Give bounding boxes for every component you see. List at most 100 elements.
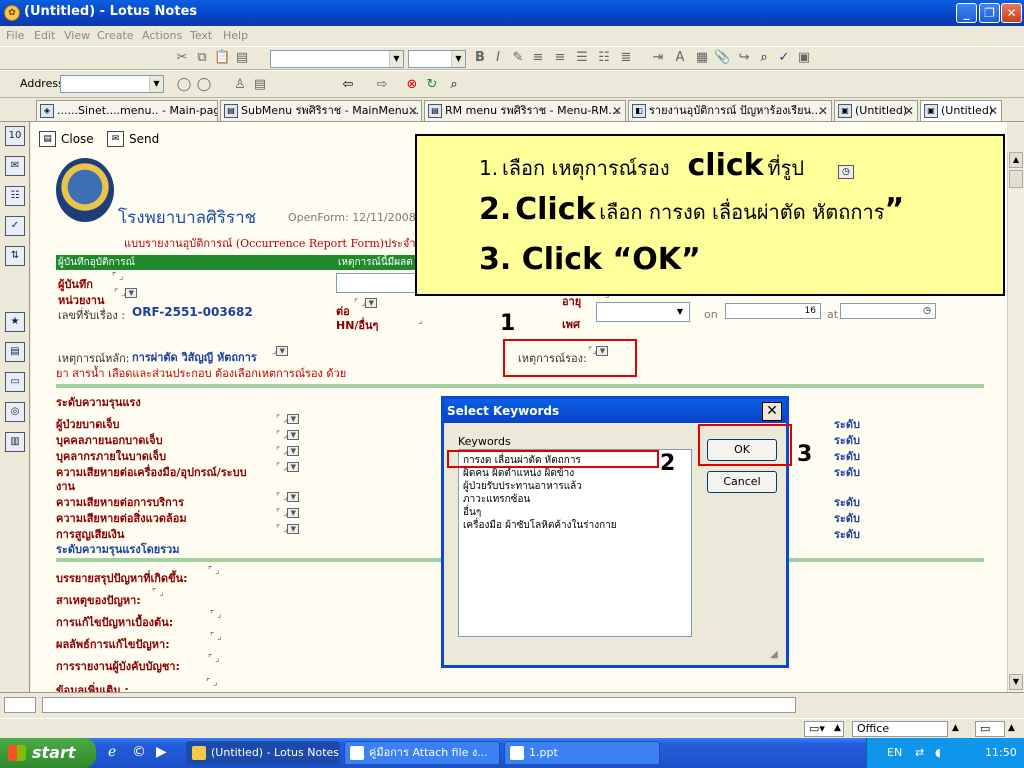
- resize-grip-icon[interactable]: ◢: [770, 649, 778, 660]
- table-icon[interactable]: ▦: [694, 50, 710, 66]
- result-field[interactable]: ⌜ ⌟: [210, 632, 240, 644]
- forward-icon[interactable]: ⇨: [374, 77, 390, 93]
- clock-icon[interactable]: ◷: [923, 306, 931, 316]
- severity-field[interactable]: ⌜ ⌟ ▼: [276, 430, 306, 442]
- tab-rm-menu[interactable]: ▤ RM menu รพศิริราช - Menu-RM... ✕: [424, 100, 626, 121]
- tab-incident-report[interactable]: ◧ รายงานอุบัติการณ์ ปัญหาร้องเรียน... ✕: [628, 100, 832, 121]
- dialog-close-button[interactable]: ✕: [762, 402, 782, 421]
- search-icon[interactable]: ⌕: [446, 77, 462, 93]
- minimize-button[interactable]: _: [956, 3, 977, 23]
- font-select[interactable]: ▼: [270, 50, 404, 68]
- severity-field[interactable]: ⌜ ⌟ ▼: [276, 446, 306, 458]
- paste-icon[interactable]: 📋: [214, 50, 230, 66]
- chevron-down-icon[interactable]: ▼: [287, 524, 300, 534]
- main-event-field[interactable]: ⌟ ▼: [272, 346, 302, 358]
- task-word-doc[interactable]: คู่มือการ Attach file ง...: [344, 741, 500, 765]
- calendar-icon[interactable]: 10: [5, 126, 25, 146]
- chevron-down-icon[interactable]: ▼: [365, 298, 378, 308]
- align-left-icon[interactable]: ≡: [530, 50, 546, 66]
- italic-icon[interactable]: I: [490, 50, 506, 66]
- ext-field[interactable]: ⌜ ⌟ ▼: [354, 298, 384, 310]
- chat-icon[interactable]: ◯: [176, 77, 192, 93]
- date-input[interactable]: 16: [725, 303, 821, 319]
- keyword-option[interactable]: เครื่องมือ ผ้าซับโลหิตค้างในร่างกาย: [463, 518, 617, 533]
- chevron-down-icon[interactable]: ▼: [287, 508, 300, 518]
- status-cell[interactable]: [4, 697, 36, 713]
- chevron-down-icon[interactable]: ▼: [287, 462, 300, 472]
- chevron-down-icon[interactable]: ▼: [287, 414, 300, 424]
- impact-select[interactable]: [336, 273, 416, 293]
- align-center-icon[interactable]: ≡: [552, 50, 568, 66]
- chevron-down-icon[interactable]: ▼: [287, 446, 300, 456]
- indent-icon[interactable]: ⇥: [650, 50, 666, 66]
- time-input[interactable]: ◷: [840, 303, 936, 319]
- media-player-icon[interactable]: ▶: [156, 744, 167, 760]
- task-powerpoint[interactable]: 1.ppt: [504, 741, 660, 765]
- hotspot-icon[interactable]: ↪: [736, 50, 752, 66]
- lotus-notes-icon[interactable]: ✿: [4, 5, 20, 21]
- severity-field[interactable]: ⌜ ⌟ ▼: [276, 414, 306, 426]
- scroll-down-icon[interactable]: ▼: [1009, 674, 1023, 690]
- menu-actions[interactable]: Actions: [142, 29, 182, 42]
- close-action-button[interactable]: ▤ Close: [39, 128, 94, 150]
- task-lotus-notes[interactable]: (Untitled) - Lotus Notes: [186, 741, 340, 765]
- extra-info-field[interactable]: ⌜ ⌟: [206, 678, 236, 690]
- keywords-list[interactable]: การงด เลื่อนผ่าตัด หัตถการ ผิดคน ผิดตำแห…: [458, 449, 692, 637]
- menu-text[interactable]: Text: [190, 29, 212, 42]
- hn-field[interactable]: ⌟: [418, 316, 448, 328]
- severity-field[interactable]: ⌜ ⌟ ▼: [276, 492, 306, 504]
- chevron-up-icon[interactable]: ▲: [952, 723, 959, 733]
- volume-icon[interactable]: ◖: [935, 738, 941, 768]
- spellcheck-icon[interactable]: ✓: [776, 50, 792, 66]
- restore-button[interactable]: ❐: [979, 3, 1000, 23]
- chevron-down-icon[interactable]: ▼: [276, 346, 289, 356]
- chevron-up-icon[interactable]: ▲: [834, 723, 841, 733]
- start-button[interactable]: start: [0, 738, 96, 768]
- close-icon[interactable]: ✕: [408, 101, 418, 121]
- address-book-icon[interactable]: ☷: [5, 186, 25, 206]
- report-field[interactable]: ⌜ ⌟: [208, 654, 238, 666]
- menu-create[interactable]: Create: [97, 29, 134, 42]
- menu-file[interactable]: File: [6, 29, 24, 42]
- paste-special-icon[interactable]: ▤: [234, 50, 250, 66]
- recorder-field[interactable]: ⌜ ⌟: [112, 272, 142, 284]
- chevron-down-icon[interactable]: ▼: [287, 492, 300, 502]
- location-selector[interactable]: Office: [852, 721, 948, 737]
- numbered-list-icon[interactable]: ☷: [596, 50, 612, 66]
- page-icon[interactable]: ▤: [252, 77, 268, 93]
- close-icon[interactable]: ✕: [612, 101, 622, 121]
- summary-field[interactable]: ⌜ ⌟: [208, 566, 238, 578]
- cancel-button[interactable]: Cancel: [707, 471, 777, 493]
- discussion-icon[interactable]: ◯: [196, 77, 212, 93]
- chevron-up-icon[interactable]: ▲: [1008, 723, 1015, 733]
- copy-icon[interactable]: ⧉: [194, 50, 210, 66]
- severity-field[interactable]: ⌜ ⌟ ▼: [276, 524, 306, 536]
- tab-untitled-2[interactable]: ▣ (Untitled) ✕: [920, 100, 1002, 121]
- notes-quicklaunch-icon[interactable]: ©: [132, 744, 146, 760]
- ie-icon[interactable]: ℯ: [108, 744, 116, 760]
- chevron-down-icon[interactable]: ▼: [125, 288, 138, 298]
- cut-icon[interactable]: ✂: [174, 50, 190, 66]
- tab-untitled-1[interactable]: ▣ (Untitled) ✕: [834, 100, 918, 121]
- back-icon[interactable]: ⇦: [340, 77, 356, 93]
- send-action-button[interactable]: ✉ Send: [107, 128, 159, 150]
- language-indicator[interactable]: EN: [887, 738, 902, 768]
- address-input[interactable]: ▼: [60, 75, 164, 93]
- person-icon[interactable]: ♙: [232, 77, 248, 93]
- font-size-select[interactable]: ▼: [408, 50, 466, 68]
- chevron-down-icon[interactable]: ▼: [287, 430, 300, 440]
- menu-view[interactable]: View: [64, 29, 90, 42]
- close-icon[interactable]: ✕: [818, 101, 828, 121]
- attach-icon[interactable]: 📎: [714, 50, 730, 66]
- bullet-list-icon[interactable]: ☰: [574, 50, 590, 66]
- more-bookmarks-icon[interactable]: ▥: [5, 432, 25, 452]
- cause-field[interactable]: ⌜ ⌟: [152, 588, 182, 600]
- vertical-scrollbar[interactable]: ▲ ▼: [1007, 152, 1024, 692]
- sex-select[interactable]: ▼: [596, 302, 690, 322]
- severity-field[interactable]: ⌜ ⌟ ▼: [276, 462, 306, 474]
- databases-icon[interactable]: ▤: [5, 342, 25, 362]
- todo-icon[interactable]: ✓: [5, 216, 25, 236]
- close-window-button[interactable]: ✕: [1001, 3, 1022, 23]
- tab-submenu[interactable]: ▤ SubMenu รพศิริราช - MainMenu... ✕: [220, 100, 422, 121]
- menu-help[interactable]: Help: [223, 29, 248, 42]
